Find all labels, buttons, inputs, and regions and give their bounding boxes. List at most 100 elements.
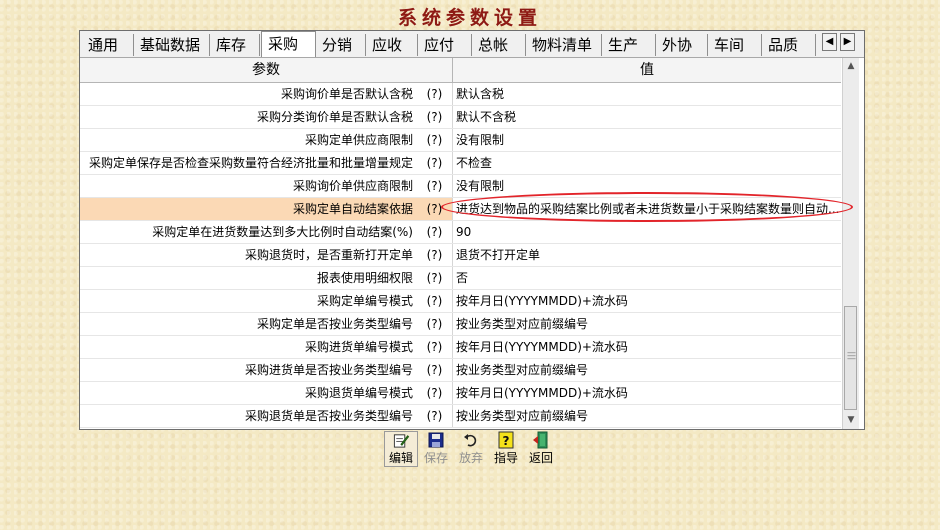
exit-icon [533, 431, 548, 449]
table-row[interactable]: 报表使用明细权限 (?) 否 [80, 267, 841, 290]
discard-label: 放弃 [458, 451, 483, 465]
help-link[interactable]: (?) [417, 359, 453, 381]
table-row[interactable]: 采购定单供应商限制 (?) 没有限制 [80, 129, 841, 152]
tab-payables[interactable]: 应付 [418, 34, 472, 56]
param-value[interactable]: 按年月日(YYYYMMDD)+流水码 [453, 290, 841, 312]
edit-button[interactable]: 编辑 [384, 431, 418, 467]
tab-workshop[interactable]: 车间 [708, 34, 762, 56]
help-link[interactable]: (?) [417, 198, 453, 220]
tab-general[interactable]: 通用 [82, 34, 134, 56]
table-row[interactable]: 采购定单保存是否检查采购数量符合经济批量和批量增量规定 (?) 不检查 [80, 152, 841, 175]
table-row[interactable]: 采购进货单编号模式 (?) 按年月日(YYYYMMDD)+流水码 [80, 336, 841, 359]
param-value[interactable]: 按年月日(YYYYMMDD)+流水码 [453, 336, 841, 358]
tab-scroll-right-icon[interactable]: ▶ [840, 33, 855, 51]
tab-bom[interactable]: 物料清单 [526, 34, 602, 56]
param-value[interactable]: 按业务类型对应前缀编号 [453, 313, 841, 335]
edit-icon [393, 434, 410, 448]
scrollbar-thumb[interactable]: — — — [844, 306, 857, 410]
save-button[interactable]: 保存 [419, 431, 453, 467]
param-value[interactable]: 不检查 [453, 152, 841, 174]
discard-button[interactable]: 放弃 [454, 431, 488, 467]
table-row[interactable]: 采购退货单编号模式 (?) 按年月日(YYYYMMDD)+流水码 [80, 382, 841, 405]
help-link[interactable]: (?) [417, 221, 453, 243]
table-row[interactable]: 采购进货单是否按业务类型编号 (?) 按业务类型对应前缀编号 [80, 359, 841, 382]
grip-icon: — — — [847, 348, 856, 364]
table-row[interactable]: 采购退货时，是否重新打开定单 (?) 退货不打开定单 [80, 244, 841, 267]
param-value[interactable]: 默认含税 [453, 83, 841, 105]
window-title: 系统参数设置 [397, 7, 542, 29]
scroll-down-icon[interactable]: ▼ [843, 412, 859, 429]
param-name: 采购定单编号模式 [316, 294, 413, 308]
tab-receivables[interactable]: 应收 [366, 34, 418, 56]
tab-bar: 通用 基础数据 库存 采购 分销 应收 应付 总帐 物料清单 生产 外协 车间 … [80, 31, 864, 58]
param-value[interactable]: 90 [453, 221, 841, 243]
param-name: 采购定单自动结案依据 [292, 202, 413, 216]
param-name: 报表使用明细权限 [316, 271, 413, 285]
help-link[interactable]: (?) [417, 405, 453, 427]
tab-outsourcing[interactable]: 外协 [656, 34, 708, 56]
back-button[interactable]: 返回 [524, 431, 558, 467]
param-name: 采购退货单编号模式 [304, 386, 413, 400]
param-name: 采购询价单供应商限制 [292, 179, 413, 193]
tab-scroll-left-icon[interactable]: ◀ [822, 33, 837, 51]
param-name: 采购退货时，是否重新打开定单 [244, 248, 413, 262]
help-link[interactable]: (?) [417, 152, 453, 174]
tab-quality[interactable]: 品质 [762, 34, 816, 56]
tab-inventory[interactable]: 库存 [210, 34, 260, 56]
help-link[interactable]: (?) [417, 129, 453, 151]
help-link[interactable]: (?) [417, 290, 453, 312]
help-link[interactable]: (?) [417, 336, 453, 358]
tab-purchasing[interactable]: 采购 [261, 31, 316, 57]
back-label: 返回 [528, 451, 553, 465]
param-value[interactable]: 按业务类型对应前缀编号 [453, 359, 841, 381]
help-icon: ? [498, 431, 514, 449]
param-name: 采购进货单是否按业务类型编号 [244, 363, 413, 377]
help-link[interactable]: (?) [417, 83, 453, 105]
help-link[interactable]: (?) [417, 382, 453, 404]
help-link[interactable]: (?) [417, 106, 453, 128]
help-link[interactable]: (?) [417, 267, 453, 289]
param-value[interactable]: 没有限制 [453, 175, 841, 197]
settings-panel: 通用 基础数据 库存 采购 分销 应收 应付 总帐 物料清单 生产 外协 车间 … [79, 30, 865, 430]
param-name: 采购询价单是否默认含税 [280, 87, 413, 101]
vertical-scrollbar[interactable]: ▲ — — — ▼ [842, 58, 859, 429]
table-row[interactable]: 采购定单编号模式 (?) 按年月日(YYYYMMDD)+流水码 [80, 290, 841, 313]
table-row[interactable]: 采购询价单供应商限制 (?) 没有限制 [80, 175, 841, 198]
table-row[interactable]: 采购定单是否按业务类型编号 (?) 按业务类型对应前缀编号 [80, 313, 841, 336]
grid-header: 参数 值 [80, 58, 841, 83]
save-icon [428, 432, 444, 448]
help-link[interactable]: (?) [417, 244, 453, 266]
tab-production[interactable]: 生产 [602, 34, 656, 56]
help-link[interactable]: (?) [417, 175, 453, 197]
undo-icon [464, 434, 477, 447]
param-value[interactable]: 退货不打开定单 [453, 244, 841, 266]
guide-button[interactable]: ? 指导 [489, 431, 523, 467]
table-row-selected[interactable]: 采购定单自动结案依据 (?) 进货达到物品的采购结案比例或者未进货数量小于采购结… [80, 198, 841, 221]
parameter-grid: 参数 值 采购询价单是否默认含税 (?) 默认含税 采购分类询价单是否默认含税 … [80, 58, 841, 429]
param-value[interactable]: 按年月日(YYYYMMDD)+流水码 [453, 382, 841, 404]
table-row[interactable]: 采购分类询价单是否默认含税 (?) 默认不含税 [80, 106, 841, 129]
tab-distribution[interactable]: 分销 [316, 34, 366, 56]
param-name: 采购退货单是否按业务类型编号 [244, 409, 413, 423]
param-value[interactable]: 默认不含税 [453, 106, 841, 128]
param-name: 采购定单是否按业务类型编号 [256, 317, 413, 331]
table-row[interactable]: 采购退货单是否按业务类型编号 (?) 按业务类型对应前缀编号 [80, 405, 841, 428]
edit-label: 编辑 [388, 451, 413, 465]
param-value[interactable]: 进货达到物品的采购结案比例或者未进货数量小于采购结案数量则自动... [453, 198, 841, 220]
param-value[interactable]: 按业务类型对应前缀编号 [453, 405, 841, 427]
scroll-up-icon[interactable]: ▲ [843, 58, 859, 75]
value-column-header[interactable]: 值 [453, 58, 841, 82]
tab-basic-data[interactable]: 基础数据 [134, 34, 210, 56]
svg-text:?: ? [503, 434, 510, 448]
param-name: 采购分类询价单是否默认含税 [256, 110, 413, 124]
param-name: 采购进货单编号模式 [304, 340, 413, 354]
table-row[interactable]: 采购定单在进货数量达到多大比例时自动结案(%) (?) 90 [80, 221, 841, 244]
param-column-header[interactable]: 参数 [80, 58, 453, 82]
guide-label: 指导 [493, 451, 518, 465]
table-row[interactable]: 采购询价单是否默认含税 (?) 默认含税 [80, 83, 841, 106]
param-name: 采购定单供应商限制 [304, 133, 413, 147]
help-link[interactable]: (?) [417, 313, 453, 335]
param-value[interactable]: 否 [453, 267, 841, 289]
tab-general-ledger[interactable]: 总帐 [472, 34, 526, 56]
param-value[interactable]: 没有限制 [453, 129, 841, 151]
